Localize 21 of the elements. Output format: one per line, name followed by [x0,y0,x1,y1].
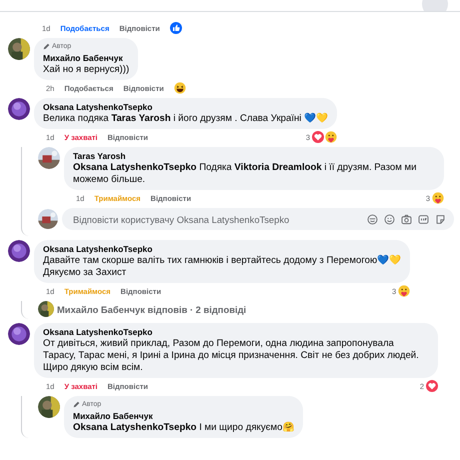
comment-author[interactable]: Oksana LatyshenkoTsepko [43,243,402,255]
comment-author[interactable]: Oksana LatyshenkoTsepko [43,101,328,113]
reply-field[interactable]: Відповісти користувачу Oksana LatyshenkoTsepko [71,212,361,226]
comment-author[interactable]: Михайло Бабенчук [73,410,294,422]
comment-text: Велика подяка Taras Yarosh і його друзям . Слава Україні 💙💛 [43,113,328,125]
reply-field-background[interactable]: Відповісти користувачу Oksana LatyshenkoTsepko [62,208,454,230]
comment-text: Oksana LatyshenkoTsepko Подяка Viktoria Dreamlook і її друзям. Разом ми можемо більше. [73,162,418,186]
emoji-icon[interactable] [384,214,395,224]
comment-text: Oksana LatyshenkoTsepko І ми щиро дякуємо🤗 [73,422,294,434]
sticker-icon[interactable] [435,214,446,224]
comment-author[interactable]: Михайло Бабенчук [43,52,130,64]
comment-author[interactable]: Oksana LatyshenkoTsepko [43,326,429,338]
replies-link[interactable]: Михайло Бабенчук відповів · 2 відповіді [57,304,246,314]
comment-text: Давайте там скорше валіть тих гамнюків і вертайтесь додому з Перемогою💙💛 Дякуємо за Захист [43,255,402,279]
comment-text: Хай но я вернуся))) [43,64,130,76]
comment-author[interactable]: Taras Yarosh [73,150,435,162]
pencil-icon [43,43,50,50]
comment-text: От дивіться, живий приклад, Разом до Перемоги, одна людина запропонувала Тарасу, Тарас мені, я Ірині а Ірина до місця призначення. Світ не без добрих людей. Щиро дякую всім всім. [43,338,420,374]
pencil-icon [73,401,80,408]
camera-icon[interactable] [401,214,412,224]
avatar-sticker-icon[interactable] [367,214,378,224]
